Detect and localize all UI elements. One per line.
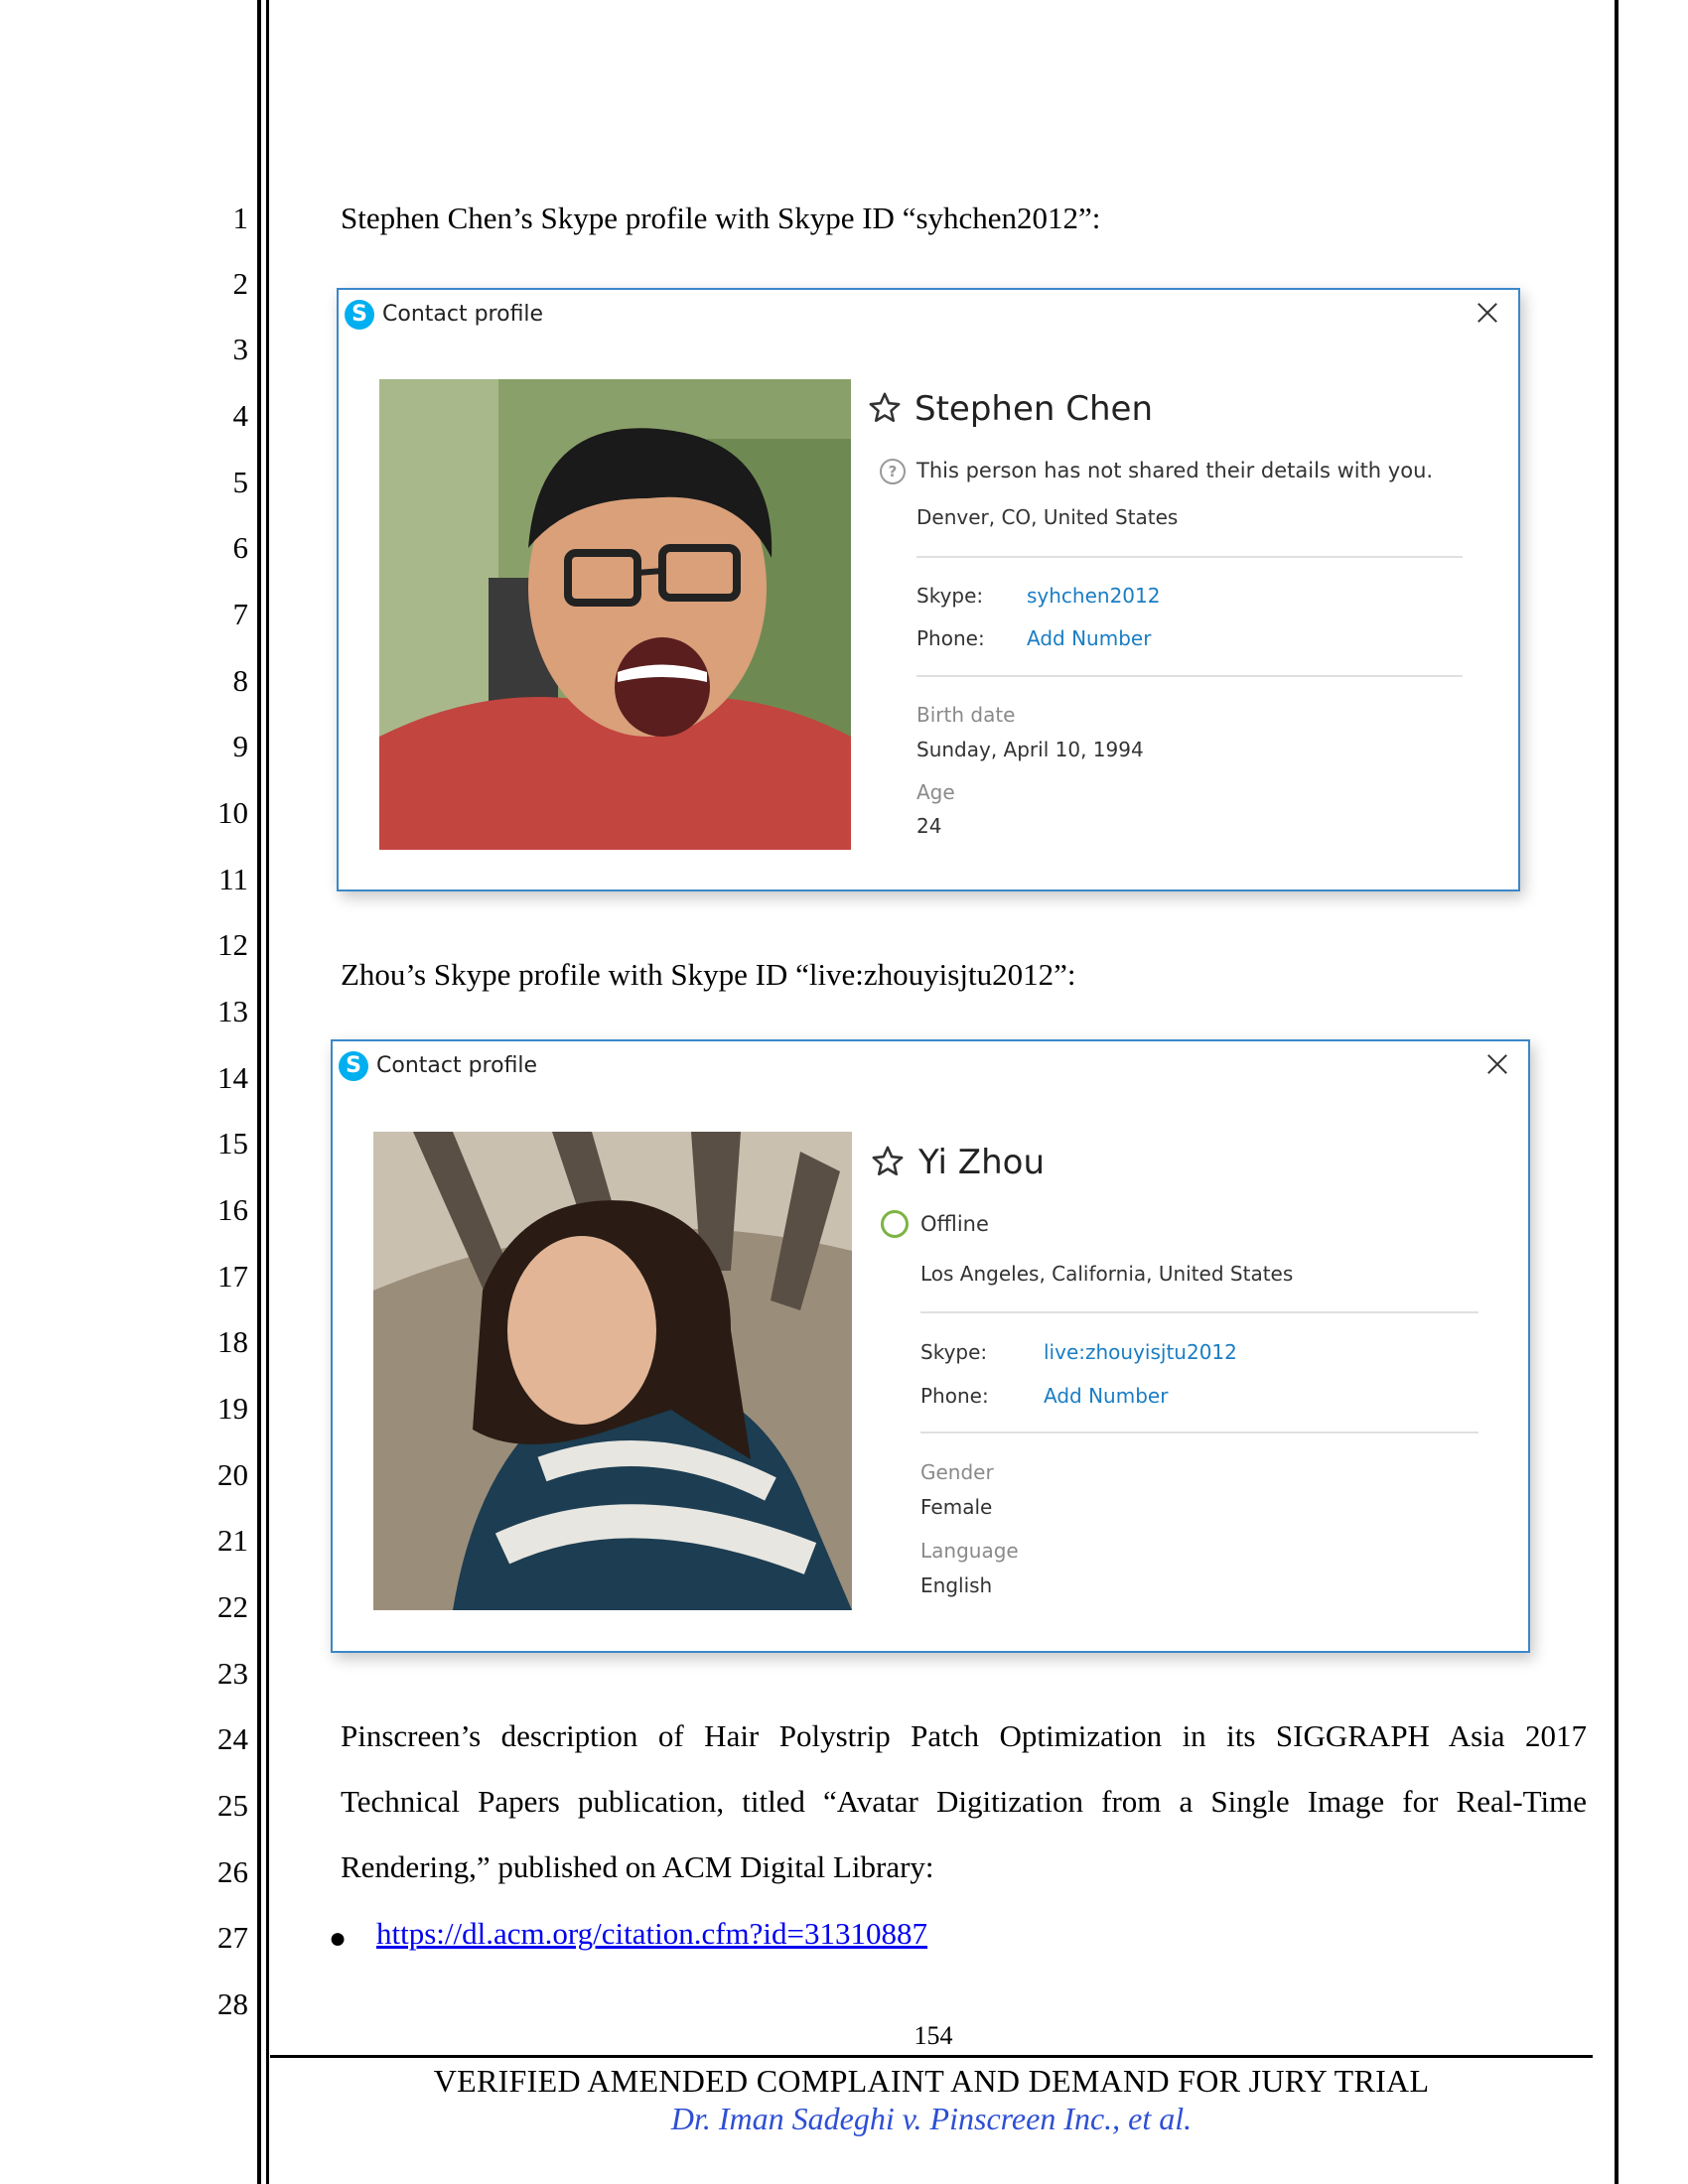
line-number: 28 [217, 1986, 248, 2021]
gender-label: Gender [920, 1460, 994, 1484]
line-number: 27 [217, 1920, 248, 1955]
footer-divider [270, 2055, 1593, 2058]
line-number: 22 [217, 1589, 248, 1624]
skype-label: Skype: [920, 1340, 988, 1364]
line-number: 19 [217, 1391, 248, 1426]
divider [920, 1311, 1478, 1313]
add-number-link[interactable]: Add Number [1044, 1384, 1168, 1408]
page-number: 154 [914, 2021, 953, 2050]
offline-status-icon [881, 1210, 909, 1238]
dialog-title-bar: S Contact profile [339, 290, 1518, 340]
line-number: 2 [232, 266, 249, 301]
skype-id-link[interactable]: live:zhouyisjtu2012 [1044, 1340, 1237, 1364]
dialog-title: Contact profile [376, 1053, 538, 1078]
line-number: 10 [217, 795, 248, 830]
location-text: Denver, CO, United States [916, 505, 1179, 529]
line-number: 25 [217, 1788, 248, 1823]
skype-logo-icon: S [345, 300, 374, 330]
divider [916, 556, 1463, 558]
line-number: 12 [217, 927, 248, 962]
line-numbers: 1 2 3 4 5 6 7 8 9 10 11 12 13 14 15 16 1… [0, 0, 248, 2184]
paragraph-line: Technical Papers publication, titled “Av… [341, 1784, 1587, 1819]
line-number: 16 [217, 1192, 248, 1227]
profile-photo [379, 379, 851, 850]
bullet-icon: ● [329, 1922, 348, 1955]
phone-label: Phone: [920, 1384, 989, 1408]
line-number: 18 [217, 1324, 248, 1359]
line-number: 4 [232, 398, 249, 433]
contact-profile-dialog: S Contact profile Yi Zhou Offline Los An… [331, 1039, 1530, 1653]
dialog-title-bar: S Contact profile [333, 1041, 1528, 1091]
line-number: 20 [217, 1457, 248, 1492]
line-number: 5 [232, 465, 249, 499]
case-caption: Dr. Iman Sadeghi v. Pinscreen Inc., et a… [670, 2101, 1193, 2136]
profile-photo [373, 1132, 852, 1610]
divider [916, 675, 1463, 677]
paragraph-line: Rendering,” published on ACM Digital Lib… [341, 1849, 934, 1884]
line-number: 17 [217, 1259, 248, 1294]
dialog-title: Contact profile [382, 302, 544, 327]
line-number: 9 [232, 729, 249, 763]
status-text: Offline [920, 1212, 989, 1236]
age-label: Age [916, 780, 955, 804]
line-number: 11 [218, 862, 248, 896]
status-text: This person has not shared their details… [916, 459, 1434, 482]
birth-date-value: Sunday, April 10, 1994 [916, 738, 1144, 761]
skype-label: Skype: [916, 584, 984, 608]
favorite-star-icon[interactable] [871, 1145, 905, 1178]
left-margin-rule [257, 0, 261, 2184]
skype-logo-icon: S [339, 1051, 368, 1081]
line-number: 23 [217, 1656, 248, 1691]
language-value: English [920, 1573, 993, 1597]
line-number: 7 [232, 597, 249, 631]
location-text: Los Angeles, California, United States [920, 1262, 1294, 1286]
footer-title: VERIFIED AMENDED COMPLAINT AND DEMAND FO… [433, 2063, 1430, 2099]
divider [920, 1432, 1478, 1433]
help-icon: ? [880, 459, 906, 484]
age-value: 24 [916, 814, 942, 838]
line-number: 15 [217, 1126, 248, 1160]
contact-name: Stephen Chen [914, 389, 1153, 429]
birth-date-label: Birth date [916, 703, 1016, 727]
contact-profile-dialog: S Contact profile Stephen Chen ? This pe… [337, 288, 1520, 891]
line-number: 3 [232, 332, 249, 366]
right-margin-rule [1615, 0, 1618, 2184]
skype-id-link[interactable]: syhchen2012 [1027, 584, 1160, 608]
line-number: 14 [217, 1060, 248, 1095]
line-number: 13 [217, 994, 248, 1028]
close-icon[interactable] [1482, 1049, 1512, 1079]
intro-chen: Stephen Chen’s Skype profile with Skype … [341, 201, 1101, 235]
line-number: 6 [232, 530, 249, 565]
close-icon[interactable] [1473, 298, 1502, 328]
left-margin-rule [266, 0, 269, 2184]
intro-zhou: Zhou’s Skype profile with Skype ID “live… [341, 957, 1076, 992]
line-number: 1 [232, 201, 249, 235]
language-label: Language [920, 1539, 1019, 1563]
paragraph-line: Pinscreen’s description of Hair Polystri… [341, 1718, 1587, 1753]
contact-name: Yi Zhou [918, 1143, 1046, 1182]
favorite-star-icon[interactable] [868, 391, 902, 425]
acm-citation-link[interactable]: https://dl.acm.org/citation.cfm?id=31310… [376, 1916, 927, 1952]
line-number: 21 [217, 1523, 248, 1558]
phone-label: Phone: [916, 626, 985, 650]
add-number-link[interactable]: Add Number [1027, 626, 1151, 650]
line-number: 26 [217, 1854, 248, 1889]
line-number: 24 [217, 1721, 248, 1756]
gender-value: Female [920, 1495, 993, 1519]
line-number: 8 [232, 663, 249, 698]
